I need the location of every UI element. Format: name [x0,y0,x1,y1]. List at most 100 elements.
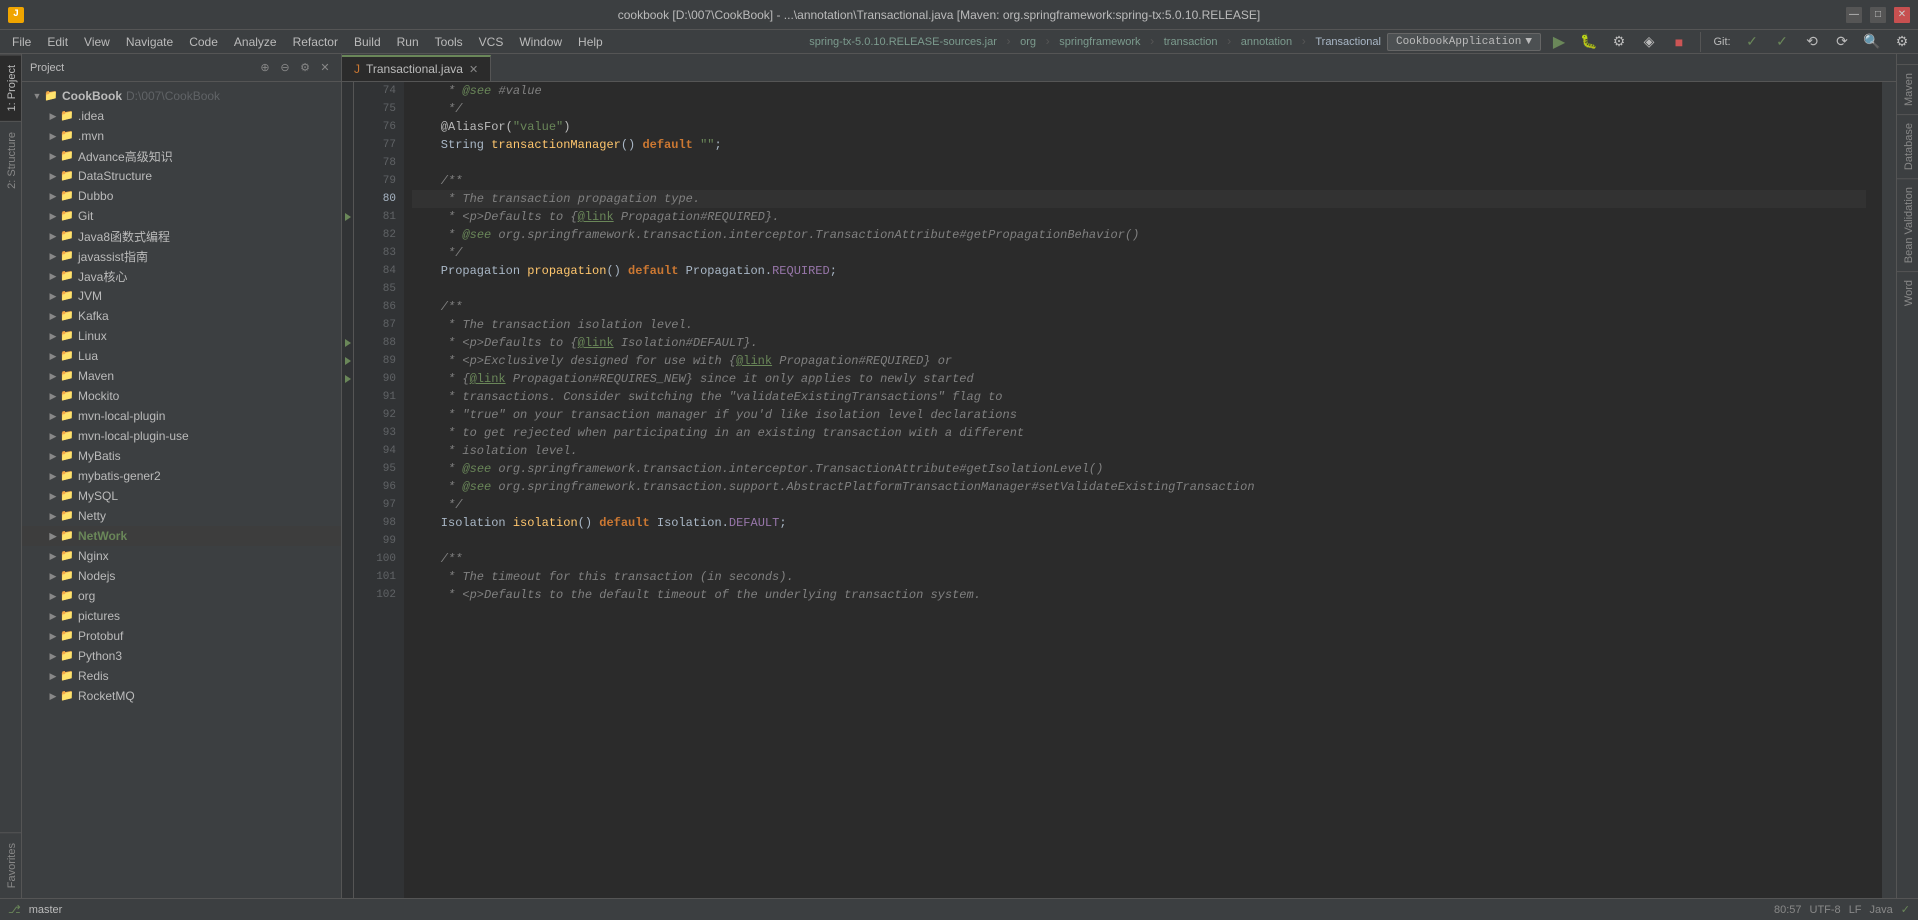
tree-item-network[interactable]: ▶ 📁 NetWork [22,526,341,546]
menu-file[interactable]: File [4,33,39,51]
sidebar-hide-btn[interactable]: ✕ [317,60,333,76]
marker-74 [342,82,353,100]
menu-view[interactable]: View [76,33,118,51]
tree-item-mybatis[interactable]: ▶ 📁 MyBatis [22,446,341,466]
breadcrumb-transactional[interactable]: Transactional [1315,36,1381,48]
tree-item-jvm[interactable]: ▶ 📁 JVM [22,286,341,306]
breadcrumb-jar[interactable]: spring-tx-5.0.10.RELEASE-sources.jar [809,36,997,48]
tree-item-mockito[interactable]: ▶ 📁 Mockito [22,386,341,406]
tree-item-pictures[interactable]: ▶ 📁 pictures [22,606,341,626]
tree-item-kafka[interactable]: ▶ 📁 Kafka [22,306,341,326]
sidebar-expand-btn[interactable]: ⊕ [257,60,273,76]
menu-tools[interactable]: Tools [427,33,471,51]
menu-refactor[interactable]: Refactor [285,33,346,51]
menu-build[interactable]: Build [346,33,389,51]
menu-edit[interactable]: Edit [39,33,76,51]
code-line-86: /** [412,298,1866,316]
menu-analyze[interactable]: Analyze [226,33,285,51]
vtab-favorites[interactable]: Favorites [0,832,21,898]
maximize-button[interactable]: □ [1870,7,1886,23]
tree-item-idea[interactable]: ▶ 📁 .idea [22,106,341,126]
mvnlocaluse-expand-icon: ▶ [46,429,60,443]
profile-button[interactable]: ◈ [1637,30,1661,54]
tree-item-maven[interactable]: ▶ 📁 Maven [22,366,341,386]
menu-run[interactable]: Run [389,33,427,51]
tree-item-git[interactable]: ▶ 📁 Git [22,206,341,226]
root-expand-icon: ▼ [30,89,44,103]
linenum-80: 80 [354,190,396,208]
menu-help[interactable]: Help [570,33,611,51]
tree-item-mysql[interactable]: ▶ 📁 MySQL [22,486,341,506]
tree-root[interactable]: ▼ 📁 CookBook D:\007\CookBook [22,86,341,106]
settings-button[interactable]: ⚙ [1890,30,1914,54]
rtab-beanvalidation[interactable]: Bean Validation [1897,178,1918,271]
git-check-button[interactable]: ✓ [1740,30,1764,54]
tab-transactional[interactable]: J Transactional.java ✕ [342,55,491,81]
tree-item-advance[interactable]: ▶ 📁 Advance高级知识 [22,146,341,166]
tree-item-redis[interactable]: ▶ 📁 Redis [22,666,341,686]
tree-item-mvnlocaluse[interactable]: ▶ 📁 mvn-local-plugin-use [22,426,341,446]
jvm-expand-icon: ▶ [46,289,60,303]
sidebar-settings-btn[interactable]: ⚙ [297,60,313,76]
scrollbar-track[interactable] [1882,82,1896,898]
tree-item-python3[interactable]: ▶ 📁 Python3 [22,646,341,666]
menu-navigate[interactable]: Navigate [118,33,181,51]
root-folder-icon: 📁 [44,89,58,103]
git-check2-button[interactable]: ✓ [1770,30,1794,54]
editor-scroll[interactable]: 74 75 76 77 78 79 80 81 82 83 84 85 86 8… [342,82,1896,898]
code-line-78 [412,154,1866,172]
git-button[interactable]: Git: [1710,30,1734,54]
tree-item-javassist[interactable]: ▶ 📁 javassist指南 [22,246,341,266]
rocketmq-label: RocketMQ [78,689,135,703]
git-history-button[interactable]: ⟲ [1800,30,1824,54]
tree-item-lua[interactable]: ▶ 📁 Lua [22,346,341,366]
tree-item-dubbo[interactable]: ▶ 📁 Dubbo [22,186,341,206]
rtab-word[interactable]: Word [1897,271,1918,314]
tree-item-org[interactable]: ▶ 📁 org [22,586,341,606]
tree-item-datastruct[interactable]: ▶ 📁 DataStructure [22,166,341,186]
tree-item-nginx[interactable]: ▶ 📁 Nginx [22,546,341,566]
tab-label: Transactional.java [366,62,463,76]
tree-item-mvnlocal[interactable]: ▶ 📁 mvn-local-plugin [22,406,341,426]
breadcrumb-annotation[interactable]: annotation [1241,36,1292,48]
vtab-project[interactable]: 1: Project [0,54,21,121]
minimize-button[interactable]: — [1846,7,1862,23]
tree-item-mybatisgener[interactable]: ▶ 📁 mybatis-gener2 [22,466,341,486]
git-update-button[interactable]: ⟳ [1830,30,1854,54]
breadcrumb-springframework[interactable]: springframework [1059,36,1140,48]
breadcrumb-transaction[interactable]: transaction [1164,36,1218,48]
tree-item-netty[interactable]: ▶ 📁 Netty [22,506,341,526]
menu-vcs[interactable]: VCS [471,33,512,51]
tree-item-rocketmq[interactable]: ▶ 📁 RocketMQ [22,686,341,706]
line-numbers: 74 75 76 77 78 79 80 81 82 83 84 85 86 8… [354,82,404,898]
coverage-button[interactable]: ⚙ [1607,30,1631,54]
window-title: cookbook [D:\007\CookBook] - ...\annotat… [32,8,1846,22]
marker-99 [342,532,353,550]
search-button[interactable]: 🔍 [1860,30,1884,54]
code-line-92: * "true" on your transaction manager if … [412,406,1866,424]
run-button[interactable]: ▶ [1547,30,1571,54]
vtab-structure[interactable]: 2: Structure [0,121,21,199]
tree-item-protobuf[interactable]: ▶ 📁 Protobuf [22,626,341,646]
tree-item-mvn[interactable]: ▶ 📁 .mvn [22,126,341,146]
menu-code[interactable]: Code [181,33,226,51]
sidebar-collapse-btn[interactable]: ⊖ [277,60,293,76]
marker-78 [342,154,353,172]
run-config-selector[interactable]: CookbookApplication ▼ [1387,33,1541,51]
menu-window[interactable]: Window [511,33,570,51]
tab-close-btn[interactable]: ✕ [469,63,478,76]
rtab-maven[interactable]: Maven [1897,64,1918,114]
pictures-folder-icon: 📁 [60,609,74,623]
dubbo-folder-icon: 📁 [60,189,74,203]
tree-item-javacore[interactable]: ▶ 📁 Java核心 [22,266,341,286]
code-content[interactable]: * @see #value */ @AliasFor("value") Stri… [404,82,1882,898]
debug-button[interactable]: 🐛 [1577,30,1601,54]
tree-item-java8[interactable]: ▶ 📁 Java8函数式编程 [22,226,341,246]
advance-label: Advance高级知识 [78,148,173,165]
tree-item-linux[interactable]: ▶ 📁 Linux [22,326,341,346]
stop-button[interactable]: ■ [1667,30,1691,54]
close-button[interactable]: ✕ [1894,7,1910,23]
breadcrumb-org[interactable]: org [1020,36,1036,48]
rtab-database[interactable]: Database [1897,114,1918,178]
tree-item-nodejs[interactable]: ▶ 📁 Nodejs [22,566,341,586]
